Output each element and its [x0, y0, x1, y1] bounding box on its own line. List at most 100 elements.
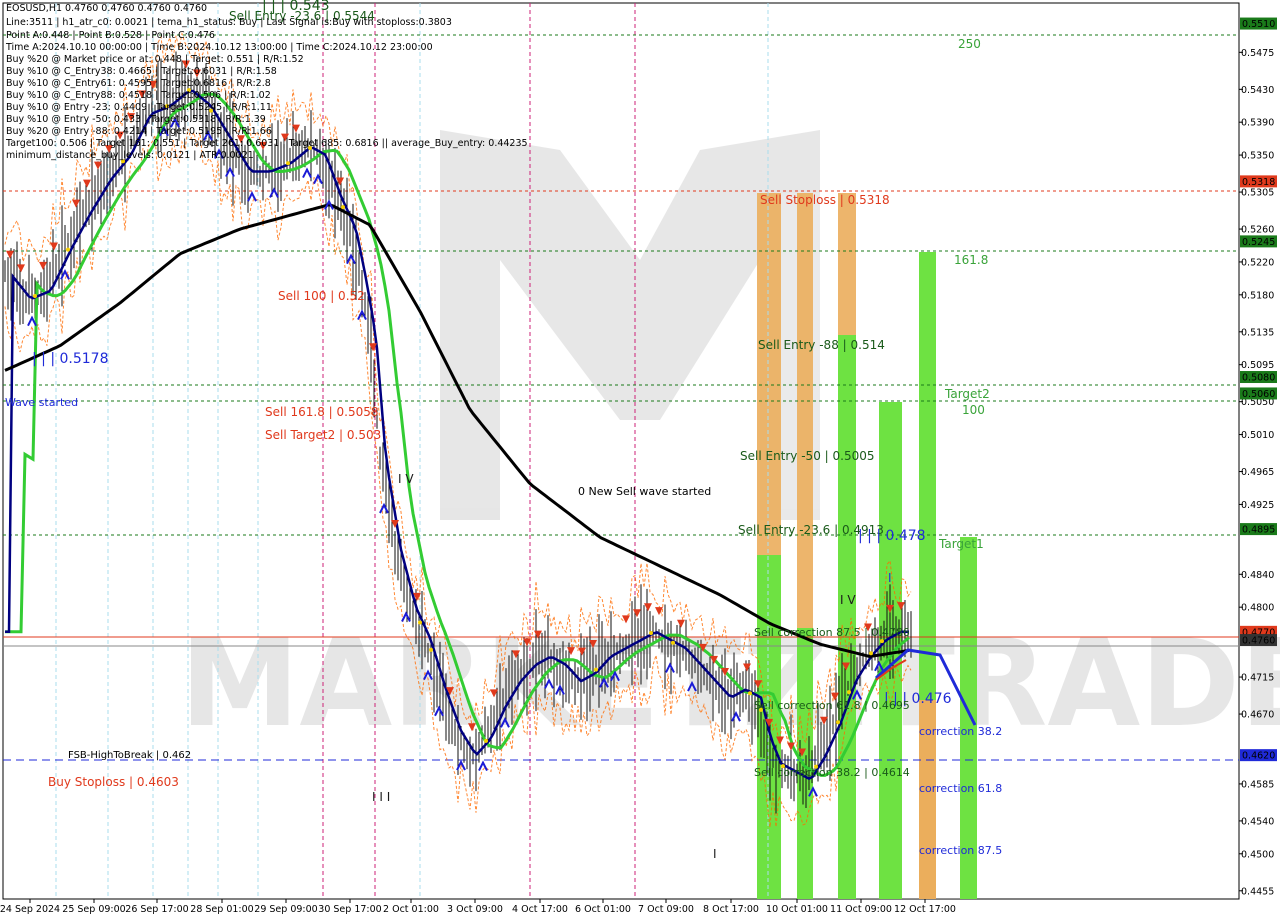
label-iv-right: I V	[840, 593, 856, 607]
label-sell-entry-88: Sell Entry -88 | 0.514	[758, 338, 885, 352]
label-target1: Target1	[938, 537, 984, 551]
signal-dot	[847, 690, 851, 695]
label-sell-stoploss: Sell Stoploss | 0.5318	[760, 193, 890, 207]
signal-dot	[649, 630, 653, 635]
label-fib-1618: 161.8	[954, 253, 988, 267]
label-corr-875: correction 87.5	[919, 844, 1002, 857]
signal-dot	[33, 294, 37, 299]
signal-dot	[286, 161, 290, 166]
y-tick-label: 0.4715	[1241, 673, 1274, 684]
label-sell-entry-50: Sell Entry -50 | 0.5005	[740, 449, 874, 463]
y-tick-label: 0.4925	[1241, 500, 1274, 511]
signal-dot	[880, 639, 884, 644]
label-sell-corr-382: Sell correction 38.2 | 0.4614	[754, 766, 910, 779]
y-tick-label: 0.5180	[1241, 290, 1274, 301]
label-fib-250: 250	[958, 37, 981, 51]
label-sell-100: Sell 100 | 0.52	[278, 289, 365, 303]
header-line: Buy %10 @ C_Entry88: 0.4518 | Target:0.5…	[6, 90, 271, 101]
price-badge-label: 0.4895	[1242, 525, 1275, 536]
x-tick-label: 8 Oct 17:00	[703, 904, 759, 915]
signal-dot	[869, 651, 873, 656]
x-tick-label: 30 Sep 17:00	[318, 904, 381, 915]
label-sell-1618: Sell 161.8 | 0.5058	[265, 405, 379, 419]
header-line: Buy %10 @ C_Entry38: 0.4665 | Target:0.6…	[6, 66, 277, 77]
y-tick-label: 0.4965	[1241, 467, 1274, 478]
price-badge-label: 0.5060	[1242, 389, 1275, 400]
signal-dot	[671, 640, 675, 645]
x-tick-label: 25 Sep 09:00	[62, 904, 125, 915]
x-tick-label: 28 Sep 01:00	[190, 904, 253, 915]
y-tick-label: 0.4585	[1241, 779, 1274, 790]
signal-dot	[748, 691, 752, 696]
y-tick-label: 0.5220	[1241, 257, 1274, 268]
label-wave-started: Wave started	[5, 396, 78, 409]
label-sell-corr-875: Sell correction 87.5 | 0.4786	[754, 626, 910, 639]
price-badge-label: 0.4620	[1242, 751, 1275, 762]
signal-dot	[836, 720, 840, 725]
price-badge-label: 0.5080	[1242, 373, 1275, 384]
label-val-478: | | | 0.478	[858, 528, 926, 544]
price-badge-label: 0.4760	[1242, 636, 1275, 647]
x-tick-label: 10 Oct 01:00	[766, 904, 828, 915]
header-line: EOSUSD,H1 0.4760 0.4760 0.4760 0.4760	[6, 3, 208, 14]
header-line: Point A:0.448 | Point B:0.528 | Point C:…	[6, 30, 215, 41]
label-iii: I I I	[372, 790, 390, 804]
x-tick-label: 24 Sep 2024	[0, 904, 60, 915]
header-line: Line:3511 | h1_atr_c0: 0.0021 | tema_h1_…	[6, 17, 452, 28]
header-line: minimum_distance_buy_levels: 0.0121 | AT…	[6, 150, 254, 161]
label-iv-mid: I V	[398, 472, 414, 486]
label-fib-100: 100	[962, 403, 985, 417]
x-tick-label: 11 Oct 09:00	[830, 904, 892, 915]
header-line: Buy %20 @ Market price or at: 0.448 | Ta…	[6, 54, 304, 65]
label-sell-target2: Sell Target2 | 0.503	[265, 428, 381, 442]
label-new-sell-wave: 0 New Sell wave started	[578, 485, 711, 498]
x-tick-label: 6 Oct 01:00	[575, 904, 631, 915]
watermark-text: MARKETZITRADE	[180, 615, 1280, 754]
y-tick-label: 0.5135	[1241, 327, 1274, 338]
label-i-bottom: I	[713, 847, 717, 861]
label-corr-618: correction 61.8	[919, 782, 1002, 795]
x-tick-label: 12 Oct 17:00	[894, 904, 956, 915]
signal-dot	[429, 647, 433, 652]
y-tick-label: 0.4670	[1241, 710, 1274, 721]
header-line: Buy %10 @ Entry -50: 0.433 | Target:0.53…	[6, 114, 266, 125]
y-tick-label: 0.5010	[1241, 430, 1274, 441]
y-tick-label: 0.4540	[1241, 816, 1274, 827]
signal-dot	[66, 247, 70, 252]
label-left-val: | | | 0.5178	[32, 351, 109, 367]
y-tick-label: 0.5430	[1241, 85, 1274, 96]
x-tick-label: 3 Oct 09:00	[447, 904, 503, 915]
label-target2: Target2	[944, 387, 990, 401]
y-tick-label: 0.4500	[1241, 849, 1274, 860]
y-tick-label: 0.4455	[1241, 886, 1274, 897]
x-tick-label: 26 Sep 17:00	[125, 904, 188, 915]
label-buy-stoploss: Buy Stoploss | 0.4603	[48, 775, 179, 789]
price-badge-label: 0.5318	[1242, 177, 1275, 188]
y-tick-label: 0.5095	[1241, 360, 1274, 371]
x-tick-label: 29 Sep 09:00	[254, 904, 317, 915]
y-tick-label: 0.5475	[1241, 48, 1274, 59]
header-line: Time A:2024.10.10 00:00:00 | Time B:2024…	[6, 42, 433, 53]
header-line: Buy %10 @ C_Entry61: 0.4595 | Target:0.6…	[6, 78, 271, 89]
x-tick-label: 2 Oct 01:00	[383, 904, 439, 915]
header-line: Buy %10 @ Entry -23: 0.4409 | Target:0.5…	[6, 102, 272, 113]
signal-dot	[484, 738, 488, 743]
signal-dot	[418, 620, 422, 625]
label-sell-corr-618: Sell correction 61.8 | 0.4695	[754, 699, 910, 712]
price-badge-label: 0.5510	[1242, 19, 1275, 30]
signal-dot	[341, 205, 345, 210]
label-fsb: FSB-HighToBreak | 0.462	[68, 750, 191, 761]
header-line: Target100: 0.506 | Target 161: 0.551 | T…	[6, 138, 528, 149]
y-tick-label: 0.4800	[1241, 603, 1274, 614]
header-line: Buy %20 @ Entry -88: 0.4214 | Target:0.5…	[6, 126, 272, 137]
label-corr-382: correction 38.2	[919, 725, 1002, 738]
y-tick-label: 0.5260	[1241, 225, 1274, 236]
label-i-right: I	[888, 571, 892, 585]
price-badge-label: 0.5245	[1242, 237, 1275, 248]
x-tick-label: 7 Oct 09:00	[638, 904, 694, 915]
signal-dot	[594, 667, 598, 672]
y-tick-label: 0.5390	[1241, 118, 1274, 129]
y-tick-label: 0.5305	[1241, 188, 1274, 199]
x-tick-label: 4 Oct 17:00	[512, 904, 568, 915]
y-tick-label: 0.4840	[1241, 570, 1274, 581]
